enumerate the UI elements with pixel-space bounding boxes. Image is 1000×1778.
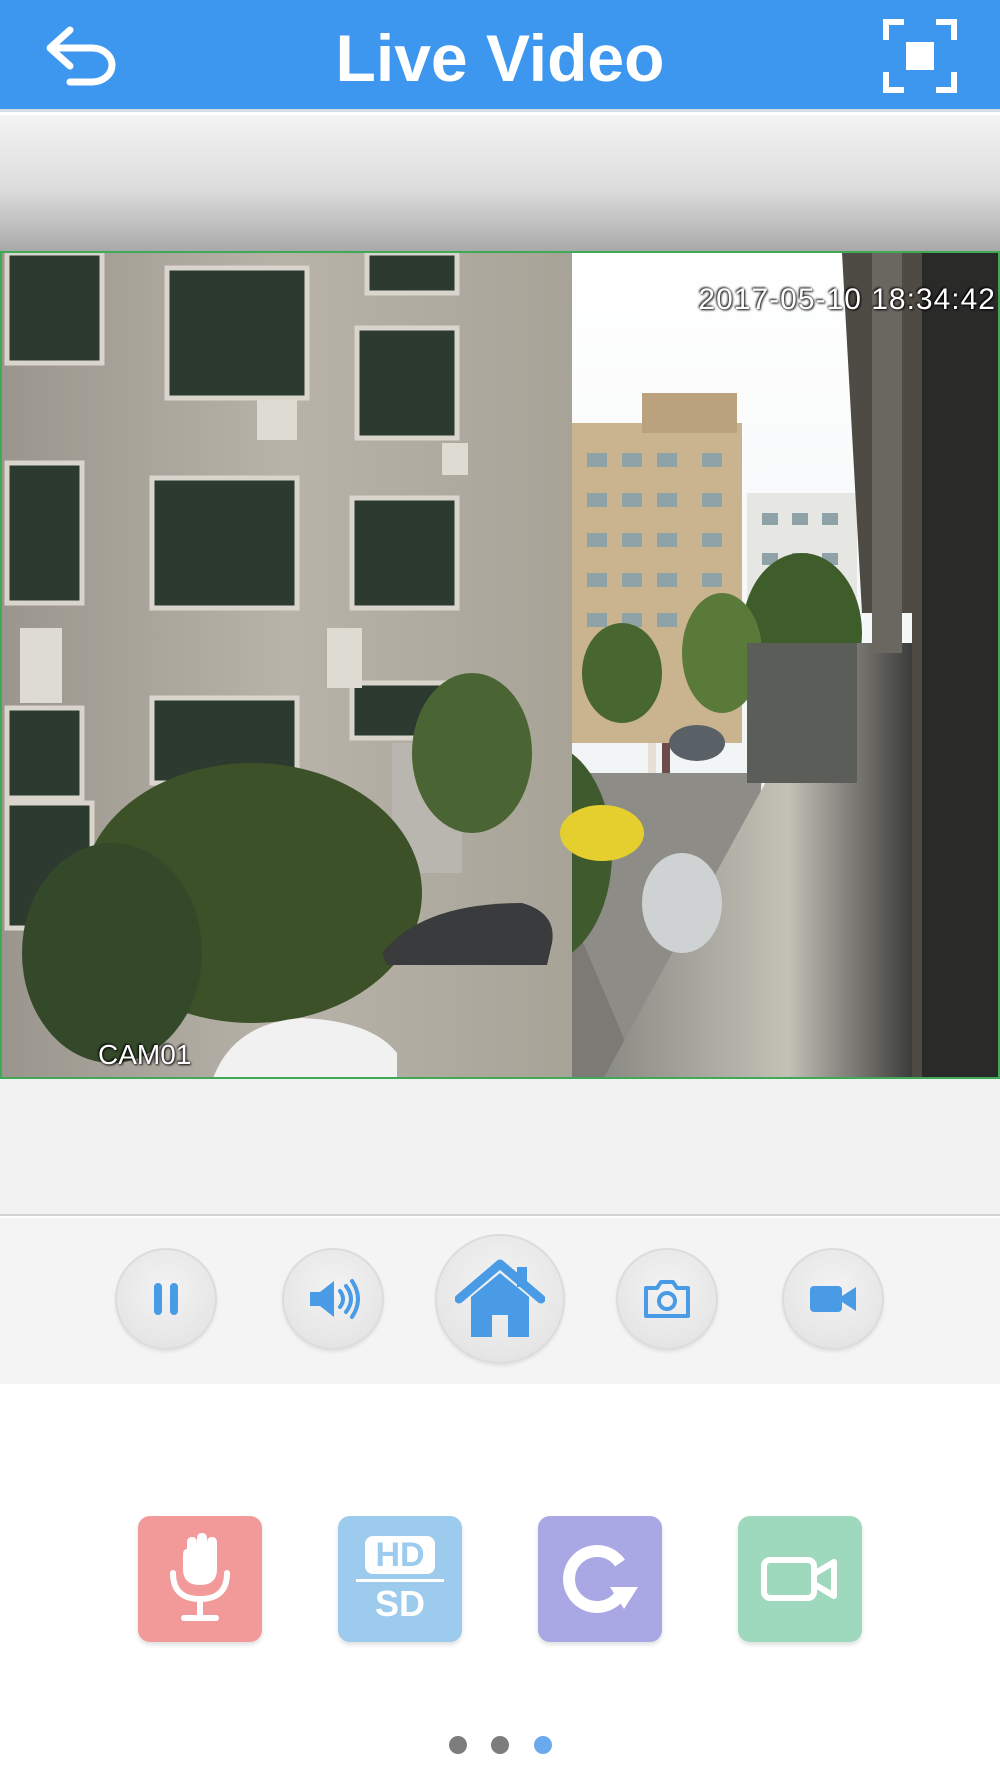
hd-sd-icon: HD SD [356, 1535, 444, 1624]
speaker-icon [310, 1279, 360, 1319]
home-button[interactable] [435, 1234, 565, 1364]
live-video-feed[interactable]: 2017-05-10 18:34:42 CAM01 [0, 251, 1000, 1079]
audio-button[interactable] [282, 1248, 384, 1350]
fullscreen-button[interactable] [880, 16, 960, 96]
page-dot-3[interactable] [534, 1736, 552, 1754]
hd-label: HD [365, 1535, 435, 1574]
page-title: Live Video [335, 21, 665, 95]
microphone-icon [170, 1533, 230, 1621]
video-timestamp: 2017-05-10 18:34:42 [698, 283, 996, 316]
rotate-icon [563, 1545, 638, 1613]
playback-controls [0, 1218, 1000, 1384]
talk-button[interactable] [138, 1516, 262, 1642]
video-top-band [0, 115, 1000, 251]
hd-sd-toggle-button[interactable]: HD SD [338, 1516, 462, 1642]
sd-label: SD [374, 1582, 425, 1624]
camera-name-label: CAM01 [98, 1039, 192, 1070]
video-record-button[interactable] [738, 1516, 862, 1642]
record-video-button[interactable] [782, 1248, 884, 1350]
page-dot-1[interactable] [449, 1736, 467, 1754]
pause-button[interactable] [115, 1248, 217, 1350]
pause-icon [154, 1283, 178, 1315]
function-panel: HD SD [0, 1384, 1000, 1778]
camera-icon [644, 1280, 690, 1318]
video-camera-icon [810, 1286, 856, 1312]
page-indicator [0, 1736, 1000, 1756]
camera-scene-image [2, 253, 998, 1077]
top-bar: Live Video [0, 0, 1000, 112]
video-bottom-spacer [0, 1079, 1000, 1216]
page-dot-2[interactable] [491, 1736, 509, 1754]
rotate-button[interactable] [538, 1516, 662, 1642]
home-icon [455, 1259, 545, 1337]
fullscreen-icon [883, 19, 957, 93]
record-icon [761, 1557, 837, 1601]
snapshot-button[interactable] [616, 1248, 718, 1350]
